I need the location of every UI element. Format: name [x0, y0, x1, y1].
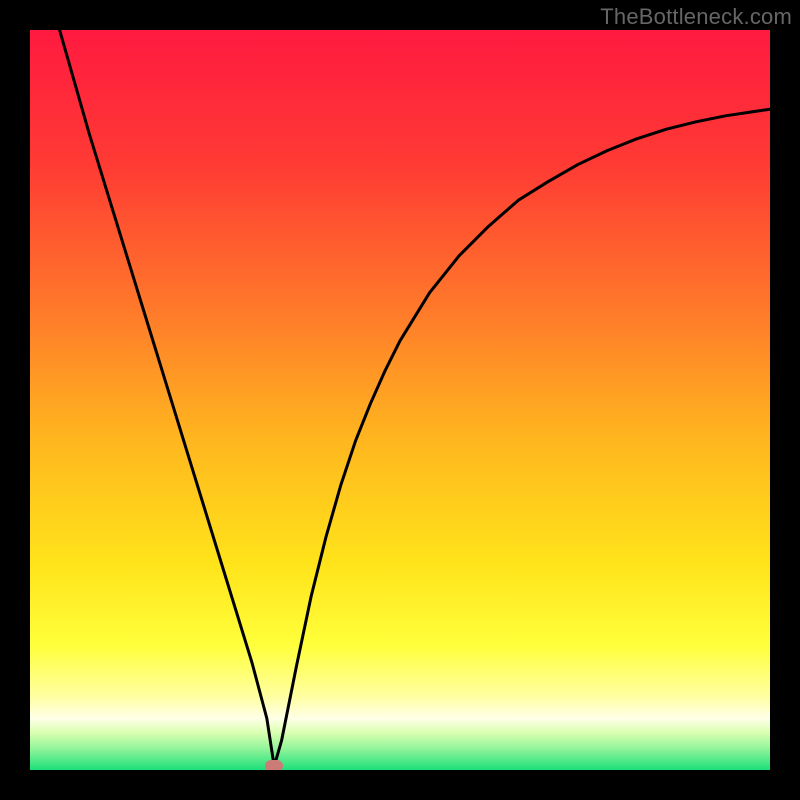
curve-path [60, 30, 770, 766]
chart-frame: TheBottleneck.com [0, 0, 800, 800]
optimum-marker [265, 760, 283, 770]
bottleneck-curve [30, 30, 770, 770]
plot-area [30, 30, 770, 770]
watermark: TheBottleneck.com [600, 4, 792, 30]
